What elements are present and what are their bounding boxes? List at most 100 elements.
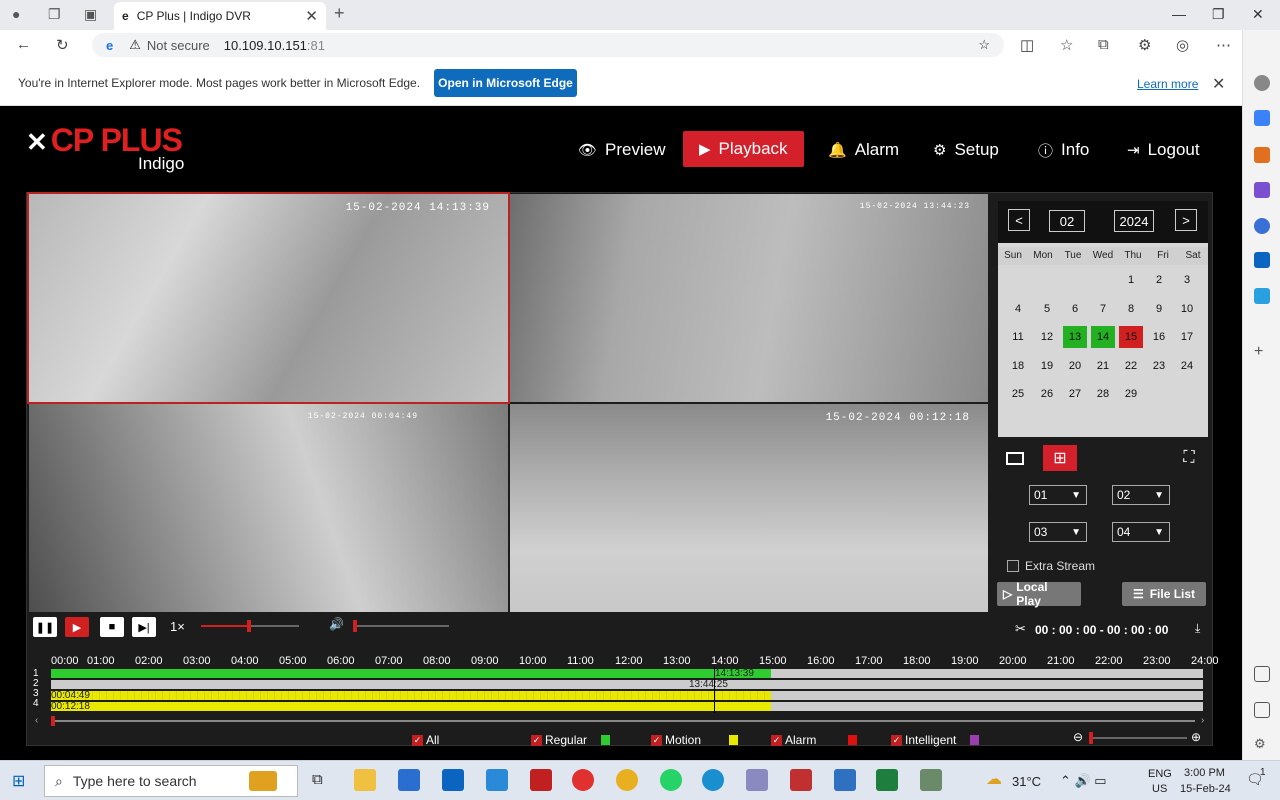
calendar-day[interactable]: 20 — [1063, 355, 1087, 377]
collections-icon[interactable]: ⧉ — [1098, 36, 1109, 53]
calendar-day[interactable]: 16 — [1147, 326, 1171, 348]
chrome-icon[interactable] — [616, 769, 638, 791]
zoom-out-icon[interactable]: ⊖ — [1073, 730, 1083, 744]
calendar-day[interactable]: 23 — [1147, 355, 1171, 377]
close-tab-icon[interactable]: ✕ — [305, 7, 318, 25]
calendar-day[interactable]: 27 — [1063, 383, 1087, 405]
more-icon[interactable]: ⋯ — [1216, 36, 1231, 54]
calendar-day[interactable]: 3 — [1175, 269, 1199, 291]
games-icon[interactable] — [1254, 182, 1270, 198]
filter-intelligent[interactable]: ✓ Intelligent — [891, 733, 980, 747]
scissors-icon[interactable]: ✂ — [1015, 621, 1026, 637]
add-icon[interactable]: + — [1254, 344, 1270, 361]
zoom-in-icon[interactable]: ⊕ — [1191, 730, 1201, 744]
excel-icon[interactable] — [876, 769, 898, 791]
extra-stream-checkbox[interactable]: Extra Stream — [1007, 559, 1095, 573]
calendar-day[interactable]: 15 — [1119, 326, 1143, 348]
calendar-day[interactable]: 22 — [1119, 355, 1143, 377]
workspaces-icon[interactable]: ❐ — [48, 6, 61, 23]
volume-slider[interactable] — [353, 620, 449, 632]
m365-icon[interactable] — [1254, 218, 1270, 234]
outlook-icon[interactable] — [1254, 252, 1270, 268]
refresh-icon[interactable]: ↻ — [56, 36, 69, 54]
browser-essentials-icon[interactable]: ◎ — [1176, 36, 1189, 54]
playhead[interactable] — [714, 667, 715, 713]
language-label[interactable]: ENG — [1148, 768, 1172, 780]
track-2[interactable] — [51, 680, 1203, 689]
year-field[interactable]: 2024 — [1114, 210, 1154, 232]
zoom-slider[interactable] — [1089, 732, 1187, 744]
app-icon[interactable] — [530, 769, 552, 791]
close-window-icon[interactable]: ✕ — [1252, 6, 1264, 23]
track-1[interactable] — [51, 669, 1203, 678]
prev-month-button[interactable]: < — [1008, 209, 1030, 231]
track-4[interactable] — [51, 702, 1203, 711]
calendar-day[interactable]: 6 — [1063, 298, 1087, 320]
calendar-day[interactable]: 29 — [1119, 383, 1143, 405]
calendar-day[interactable]: 17 — [1175, 326, 1199, 348]
calendar-day[interactable]: 24 — [1175, 355, 1199, 377]
restore-icon[interactable]: ❐ — [1212, 6, 1225, 23]
settings-icon[interactable]: ⚙ — [1254, 737, 1270, 753]
open-in-edge-button[interactable]: Open in Microsoft Edge — [434, 69, 577, 97]
nav-alarm[interactable]: 🔔 Alarm — [828, 132, 899, 168]
clock-date[interactable]: 15-Feb-24 — [1180, 783, 1231, 795]
quad-layout-button[interactable]: ⊞ — [1043, 445, 1077, 471]
external-link-icon[interactable] — [1254, 702, 1270, 718]
back-icon[interactable]: ← — [16, 36, 31, 53]
pause-button[interactable]: ❚❚ — [33, 617, 57, 637]
camera-feed-2[interactable]: 15-02-2024 13:44:23 — [510, 194, 988, 402]
learn-more-link[interactable]: Learn more — [1137, 77, 1198, 91]
checkbox-icon[interactable]: ✓ — [891, 734, 902, 746]
taskbar-search[interactable]: ⌕ Type here to search — [44, 765, 298, 797]
volume-icon[interactable]: 🔊 — [329, 617, 344, 631]
checkbox-icon[interactable]: ✓ — [651, 734, 662, 746]
extensions-icon[interactable]: ⚙ — [1138, 36, 1151, 54]
calendar-day[interactable]: 25 — [1006, 383, 1030, 405]
favorite-star-icon[interactable]: ☆ — [978, 37, 990, 53]
new-tab-icon[interactable]: + — [334, 3, 345, 24]
calendar-day[interactable]: 7 — [1091, 298, 1115, 320]
speed-slider-knob[interactable] — [247, 620, 251, 632]
filter-regular[interactable]: ✓ Regular — [531, 733, 611, 747]
channel-select-3[interactable]: 03 ▼ — [1029, 522, 1087, 542]
play-button[interactable]: ▶ — [65, 617, 89, 637]
channel-select-2[interactable]: 02 ▼ — [1112, 485, 1170, 505]
calendar-day[interactable]: 9 — [1147, 298, 1171, 320]
favorites-icon[interactable]: ☆ — [1060, 36, 1073, 54]
calendar-day[interactable]: 18 — [1006, 355, 1030, 377]
nav-preview[interactable]: 👁 Preview — [578, 132, 666, 168]
speed-slider[interactable] — [201, 620, 299, 632]
app-icon[interactable] — [790, 769, 812, 791]
filter-motion[interactable]: ✓ Motion — [651, 733, 739, 747]
calendar-day[interactable]: 5 — [1035, 298, 1059, 320]
calendar-day[interactable]: 2 — [1147, 269, 1171, 291]
scroll-right-icon[interactable]: › — [1201, 715, 1204, 726]
vs-app-icon[interactable] — [486, 769, 508, 791]
calendar-day[interactable]: 14 — [1091, 326, 1115, 348]
file-explorer-icon[interactable] — [354, 769, 376, 791]
calendar-day[interactable]: 11 — [1006, 326, 1030, 348]
month-field[interactable]: 02 — [1049, 210, 1085, 232]
nav-playback[interactable]: ▶ Playback — [683, 131, 804, 167]
calendar-day[interactable]: 12 — [1035, 326, 1059, 348]
whatsapp-icon[interactable] — [660, 769, 682, 791]
clock-time[interactable]: 3:00 PM — [1184, 767, 1225, 779]
checkbox-icon[interactable]: ✓ — [531, 734, 542, 746]
sidebar-toggle-icon[interactable] — [1254, 666, 1270, 682]
calendar-day[interactable]: 19 — [1035, 355, 1059, 377]
calendar-day[interactable]: 21 — [1091, 355, 1115, 377]
download-icon[interactable]: ⤓ — [1195, 621, 1200, 636]
next-month-button[interactable]: > — [1175, 209, 1197, 231]
region-label[interactable]: US — [1152, 783, 1167, 795]
checkbox-icon[interactable]: ✓ — [412, 734, 423, 746]
track-3[interactable] — [51, 691, 1203, 700]
nav-setup[interactable]: ⚙ Setup — [933, 132, 999, 168]
app-icon[interactable] — [572, 769, 594, 791]
tab-actions-icon[interactable]: ▣ — [84, 6, 97, 23]
camera-feed-1[interactable]: 15-02-2024 14:13:39 — [27, 192, 510, 404]
tray-icons[interactable]: ⌃ 🔊 ▭ — [1060, 773, 1107, 789]
zoom-slider-knob[interactable] — [1089, 732, 1093, 744]
weather-icon[interactable]: ☁ — [986, 769, 1002, 789]
filter-alarm[interactable]: ✓ Alarm — [771, 733, 858, 747]
